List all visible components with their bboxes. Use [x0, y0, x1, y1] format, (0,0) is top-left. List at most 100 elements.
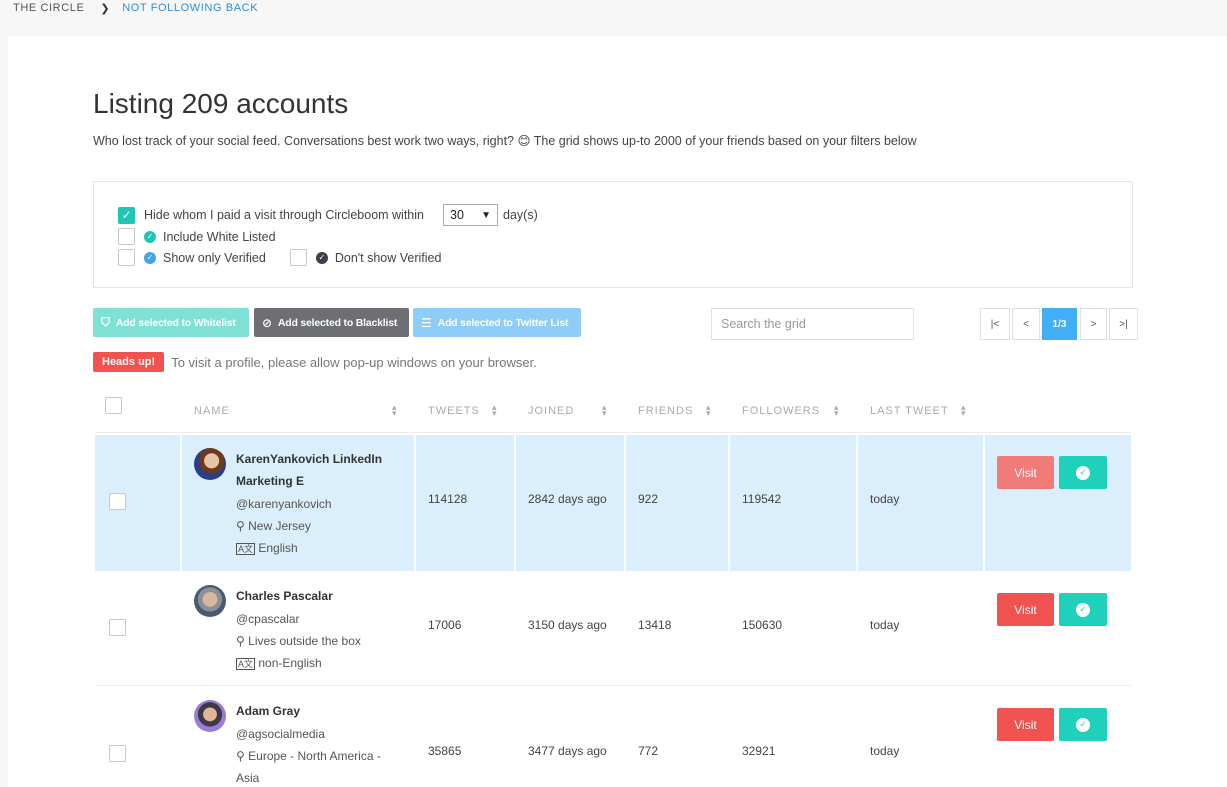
account-location: ⚲ Europe - North America -	[236, 749, 381, 763]
location-text: Lives outside the box	[248, 634, 361, 648]
sort-icon[interactable]: ▴ ▾	[492, 403, 497, 418]
column-header-followers[interactable]: FOLLOWERS	[742, 405, 820, 417]
first-page-button[interactable]: |<	[980, 308, 1010, 340]
dont-show-verified-checkbox[interactable]	[289, 249, 307, 266]
cell-divider	[856, 435, 858, 571]
cell-divider	[983, 435, 985, 571]
notice-text: To visit a profile, please allow pop-up …	[171, 354, 537, 370]
language-icon: A文	[236, 658, 256, 670]
last-tweet-value: today	[870, 618, 900, 632]
account-handle[interactable]: @karenyankovich	[236, 497, 332, 511]
add-to-blacklist-label: Add selected to Blacklist	[277, 316, 398, 329]
breadcrumb-current[interactable]: NOT FOLLOWING BACK	[122, 2, 258, 14]
account-location: ⚲ New Jersey	[236, 519, 311, 533]
title-prefix: Listing	[93, 88, 174, 119]
tweets-count: 35865	[428, 744, 462, 758]
filter-hide-visited: ✓ Hide whom I paid a visit through Circl…	[118, 204, 538, 226]
account-handle[interactable]: @agsocialmedia	[236, 727, 325, 741]
joined-value: 3150 days ago	[528, 618, 607, 632]
days-unit-label: day(s)	[503, 208, 538, 222]
current-page-indicator[interactable]: 1/3	[1042, 308, 1077, 340]
column-header-name[interactable]: NAME	[194, 405, 230, 417]
row-checkbox[interactable]	[109, 619, 126, 636]
friends-count: 922	[638, 492, 659, 506]
sort-icon[interactable]: ▴ ▾	[706, 403, 711, 418]
sort-icon[interactable]: ▴ ▾	[602, 403, 607, 418]
visit-button[interactable]: Visit	[997, 593, 1054, 626]
include-whitelisted-checkbox[interactable]	[118, 228, 135, 245]
account-location-continued: Asia	[236, 771, 260, 785]
avatar[interactable]	[194, 448, 226, 480]
whitelist-button[interactable]: ✓	[1059, 708, 1107, 741]
row-checkbox[interactable]	[109, 745, 126, 762]
visit-button[interactable]: Visit	[997, 708, 1054, 741]
joined-value: 3477 days ago	[528, 744, 607, 758]
breadcrumb-root[interactable]: THE CIRCLE	[13, 2, 84, 14]
followers-count: 119542	[742, 492, 782, 506]
hide-visited-checkbox[interactable]: ✓	[118, 206, 135, 224]
sort-icon[interactable]: ▴ ▾	[961, 403, 966, 418]
sort-icon[interactable]: ▴ ▾	[392, 403, 397, 418]
add-to-twitter-list-button[interactable]: ☰ Add selected to Twitter List	[413, 308, 581, 337]
whitelist-button[interactable]: ✓	[1059, 456, 1107, 489]
account-name[interactable]: Adam Gray	[236, 700, 300, 722]
account-name-line: KarenYankovich LinkedIn	[236, 452, 383, 466]
friends-count: 772	[638, 744, 659, 758]
add-to-whitelist-button[interactable]: ⛉ Add selected to Whitelist	[93, 308, 249, 337]
column-header-last-tweet[interactable]: LAST TWEET	[870, 405, 949, 417]
last-tweet-value: today	[870, 492, 900, 506]
column-header-tweets[interactable]: TWEETS	[428, 405, 480, 417]
sort-icon[interactable]: ▴ ▾	[834, 403, 839, 418]
account-location: ⚲ Lives outside the box	[236, 634, 361, 648]
map-pin-icon: ⚲	[236, 634, 245, 648]
hide-visited-label: Hide whom I paid a visit through Circleb…	[144, 208, 424, 222]
account-name[interactable]: KarenYankovich LinkedIn Marketing E	[236, 448, 382, 492]
language-text: English	[258, 541, 298, 555]
shield-icon: ⛉	[101, 315, 110, 329]
followers-count: 150630	[742, 618, 783, 632]
language-text: non-English	[258, 656, 322, 670]
location-text: New Jersey	[248, 519, 311, 533]
shield-check-icon: ✓	[1076, 602, 1090, 617]
avatar[interactable]	[194, 700, 226, 732]
last-tweet-value: today	[870, 744, 900, 758]
select-all-checkbox[interactable]	[105, 397, 122, 414]
account-name[interactable]: Charles Pascalar	[236, 585, 333, 607]
search-input[interactable]: Search the grid	[711, 308, 914, 340]
column-header-friends[interactable]: FRIENDS	[638, 405, 693, 417]
map-pin-icon: ⚲	[236, 519, 245, 533]
shield-check-icon: ✓	[1076, 465, 1090, 480]
only-verified-checkbox[interactable]	[118, 249, 135, 266]
next-page-button[interactable]: >	[1080, 308, 1107, 340]
prev-page-button[interactable]: <	[1012, 308, 1040, 340]
cell-divider	[728, 435, 730, 571]
days-select[interactable]: 30 ▼	[443, 204, 498, 226]
row-checkbox[interactable]	[109, 493, 126, 510]
column-header-joined[interactable]: JOINED	[528, 405, 574, 417]
add-to-blacklist-button[interactable]: ⊘ Add selected to Blacklist	[254, 308, 409, 337]
page-title: Listing 209 accounts	[93, 88, 348, 120]
map-pin-icon: ⚲	[236, 749, 245, 763]
language-icon: A文	[236, 543, 256, 555]
list-icon: ☰	[421, 315, 432, 330]
shield-check-icon: ✓	[1076, 717, 1090, 732]
account-handle[interactable]: @cpascalar	[236, 612, 300, 626]
days-select-value: 30	[450, 208, 464, 222]
account-language: A文 English	[236, 541, 298, 555]
visit-button[interactable]: Visit	[997, 456, 1054, 489]
add-to-twitter-list-label: Add selected to Twitter List	[437, 316, 569, 329]
dont-show-verified-label: Don't show Verified	[334, 250, 442, 265]
account-name-line: Marketing E	[236, 474, 305, 488]
heads-up-badge: Heads up!	[93, 352, 165, 372]
popup-notice: Heads up! To visit a profile, please all…	[93, 352, 537, 372]
verified-badge-icon: ✓	[144, 251, 156, 264]
account-language: A文 non-English	[236, 656, 322, 670]
whitelist-button[interactable]: ✓	[1059, 593, 1107, 626]
followers-count: 32921	[742, 744, 776, 758]
avatar[interactable]	[194, 585, 226, 617]
only-verified-label: Show only Verified	[163, 250, 266, 265]
tweets-count: 17006	[428, 618, 462, 632]
friends-count: 13418	[638, 618, 672, 632]
last-page-button[interactable]: >|	[1109, 308, 1138, 340]
filter-include-whitelisted: ✓ Include White Listed	[118, 228, 276, 245]
